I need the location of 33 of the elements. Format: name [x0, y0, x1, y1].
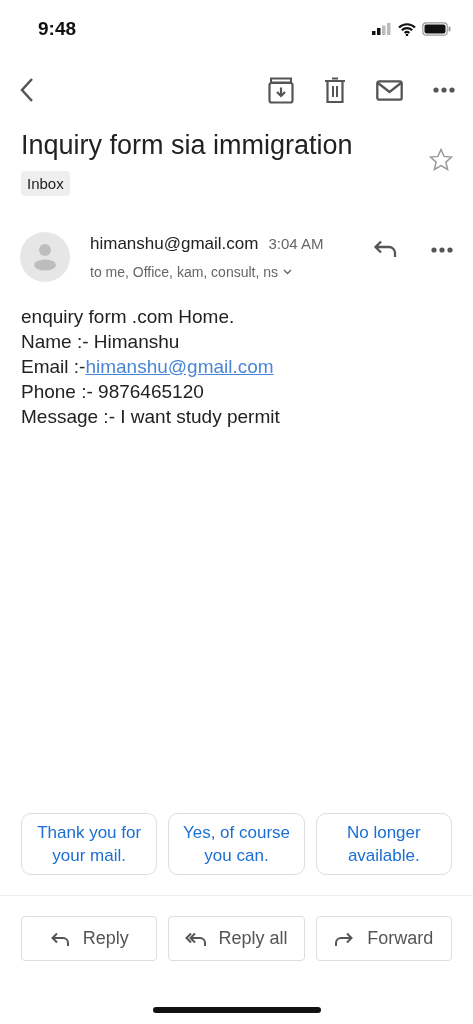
message-time: 3:04 AM — [268, 235, 324, 252]
back-icon — [20, 77, 34, 103]
smart-reply-button[interactable]: No longer available. — [315, 813, 452, 875]
mail-icon — [376, 79, 403, 101]
reply-button[interactable]: Reply — [21, 916, 158, 961]
clock: 9:48 — [38, 18, 77, 40]
inbox-label: Inbox — [21, 171, 70, 196]
archive-icon — [268, 76, 294, 104]
avatar-icon — [20, 232, 70, 282]
more-icon — [431, 247, 453, 253]
recipients: to me, Office, kam, consult, ns — [90, 264, 279, 280]
reply-all-icon — [185, 930, 207, 947]
reply-icon — [373, 240, 397, 258]
reply-all-button[interactable]: Reply all — [168, 916, 305, 961]
forward-button[interactable]: Forward — [315, 916, 452, 961]
trash-icon — [324, 76, 346, 104]
more-icon — [433, 87, 455, 93]
email-subject: Inquiry form sia immigration — [21, 130, 353, 161]
body-text: Name :- Himanshu — [21, 330, 181, 354]
body-text: Phone :- 9876465120 — [21, 380, 205, 404]
smart-reply-button[interactable]: Thank you for your mail. — [21, 813, 158, 875]
chevron-icon[interactable] — [283, 269, 293, 275]
reply-icon — [49, 930, 71, 947]
body-text: enquiry form .com Home. — [21, 305, 236, 329]
smart-reply-button[interactable]: Yes, of course you can. — [168, 813, 305, 875]
battery-icon — [422, 22, 451, 36]
email-link[interactable]: himanshu@gmail.com — [85, 356, 274, 377]
body-text: Email :- — [21, 356, 86, 377]
wifi-icon — [398, 22, 416, 36]
sender-address: himanshu@gmail.com — [90, 234, 259, 254]
star-icon[interactable] — [429, 148, 453, 171]
signal-icon — [372, 23, 392, 35]
body-text: Message :- I want study permit — [21, 405, 281, 429]
